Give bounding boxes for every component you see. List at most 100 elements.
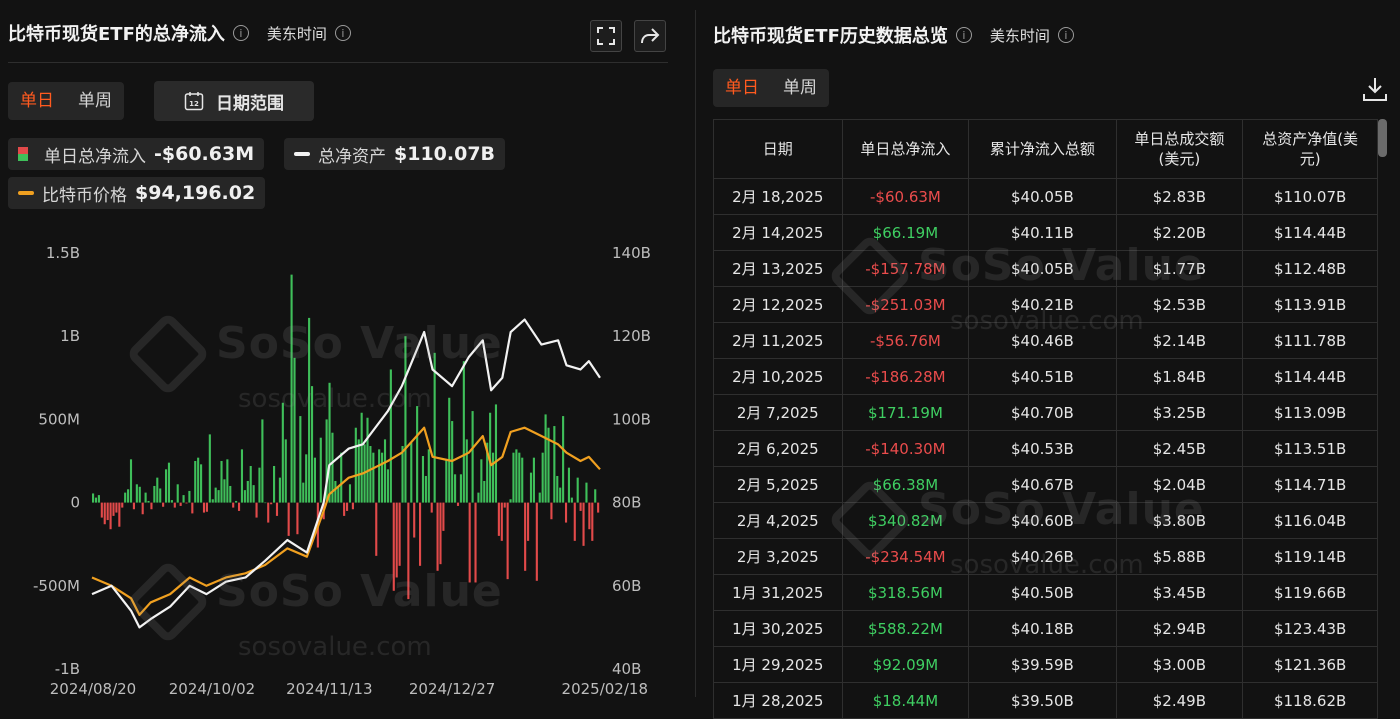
flow-bar[interactable] (147, 500, 150, 503)
flow-bar[interactable] (185, 502, 188, 504)
flow-bar[interactable] (319, 437, 322, 503)
flow-bar[interactable] (541, 452, 544, 503)
flow-bar[interactable] (497, 502, 500, 536)
flow-bar[interactable] (436, 502, 439, 571)
flow-bar[interactable] (573, 502, 576, 541)
flow-bar[interactable] (427, 449, 430, 503)
flow-bar[interactable] (132, 502, 135, 510)
flow-bar[interactable] (343, 502, 346, 516)
flow-bar[interactable] (267, 502, 270, 523)
flow-bar[interactable] (378, 449, 381, 503)
flow-bar[interactable] (124, 492, 127, 503)
flow-bar[interactable] (553, 426, 556, 503)
flow-bar[interactable] (424, 475, 427, 503)
flow-bar[interactable] (156, 477, 159, 503)
flow-bar[interactable] (515, 449, 518, 503)
flow-bar[interactable] (471, 411, 474, 503)
history-tab-daily[interactable]: 单日 (713, 69, 771, 107)
flow-bar[interactable] (313, 457, 317, 503)
flow-bar[interactable] (92, 493, 95, 503)
flow-bar[interactable] (582, 502, 585, 546)
flow-bar[interactable] (217, 490, 220, 503)
flow-bar[interactable] (258, 467, 261, 503)
flow-bar[interactable] (127, 489, 130, 503)
flow-bar[interactable] (299, 416, 302, 503)
flow-bar[interactable] (296, 502, 299, 535)
flow-bar[interactable] (594, 489, 597, 503)
flow-bar[interactable] (392, 502, 395, 591)
flow-bar[interactable] (579, 502, 582, 511)
flow-bar[interactable] (310, 386, 314, 503)
flow-bar[interactable] (477, 492, 480, 503)
history-tab-weekly[interactable]: 单周 (771, 69, 829, 107)
download-icon[interactable] (1360, 74, 1390, 104)
column-header[interactable]: 单日总成交额 (美元) (1115, 119, 1244, 179)
flow-bar[interactable] (202, 502, 206, 513)
flow-bar[interactable] (167, 462, 171, 503)
flow-bar[interactable] (211, 499, 214, 503)
flow-bar[interactable] (179, 502, 182, 506)
flow-bar[interactable] (173, 502, 176, 508)
flow-bar[interactable] (597, 502, 600, 513)
flow-bar[interactable] (445, 459, 448, 503)
flow-bar[interactable] (264, 502, 267, 504)
flow-bar[interactable] (389, 369, 392, 503)
flow-bar[interactable] (439, 502, 442, 565)
flow-bar[interactable] (205, 502, 208, 512)
flow-bar[interactable] (334, 480, 337, 503)
flow-bar[interactable] (121, 502, 124, 508)
flow-bar[interactable] (494, 404, 498, 503)
flow-bar[interactable] (421, 456, 425, 503)
flow-bar[interactable] (407, 502, 410, 600)
flow-bar[interactable] (559, 487, 562, 503)
flow-bar[interactable] (226, 459, 229, 503)
flow-bar[interactable] (346, 502, 349, 511)
flow-bar[interactable] (255, 502, 258, 518)
flow-bar[interactable] (562, 416, 565, 503)
flow-bar[interactable] (430, 502, 433, 513)
flow-bar[interactable] (381, 452, 384, 503)
flow-bar[interactable] (194, 461, 197, 503)
flow-bar[interactable] (284, 439, 287, 503)
flow-bar[interactable] (524, 502, 527, 571)
flow-bar[interactable] (591, 502, 594, 541)
flow-bar[interactable] (243, 490, 246, 503)
flow-bar[interactable] (474, 502, 477, 583)
flow-bar[interactable] (372, 452, 375, 503)
flow-bar[interactable] (348, 484, 352, 503)
flow-bar[interactable] (252, 485, 255, 503)
flow-bar[interactable] (433, 352, 436, 503)
flow-bar[interactable] (200, 464, 203, 503)
flow-bar[interactable] (535, 502, 538, 581)
flow-bar[interactable] (328, 382, 331, 503)
flow-bar[interactable] (129, 459, 133, 503)
column-header[interactable]: 日期 (713, 119, 843, 179)
flow-bar[interactable] (354, 427, 357, 503)
column-header[interactable]: 累计净流入总额 (968, 119, 1117, 179)
flow-bar[interactable] (480, 459, 483, 503)
flow-bar[interactable] (518, 452, 521, 503)
flow-bar[interactable] (144, 492, 147, 503)
flow-bar[interactable] (290, 274, 293, 503)
flow-bar[interactable] (115, 502, 118, 513)
flow-bar[interactable] (366, 417, 369, 503)
flow-bar[interactable] (418, 502, 422, 566)
flow-bar[interactable] (538, 492, 541, 503)
history-info-icon[interactable]: i (955, 27, 972, 43)
flow-bar[interactable] (237, 502, 241, 511)
flow-bar[interactable] (164, 469, 168, 503)
flow-bar[interactable] (281, 402, 284, 503)
flow-bar[interactable] (182, 495, 185, 503)
flow-bar[interactable] (97, 495, 100, 503)
flow-bar[interactable] (100, 502, 103, 518)
flow-bar[interactable] (208, 434, 211, 503)
flow-bar[interactable] (229, 485, 232, 503)
flow-bar[interactable] (506, 502, 509, 580)
flow-bar[interactable] (398, 502, 401, 566)
flow-bar[interactable] (462, 361, 465, 503)
flow-bar[interactable] (383, 439, 387, 503)
flow-bar[interactable] (340, 452, 343, 503)
flow-bar[interactable] (556, 475, 559, 503)
flow-bar[interactable] (529, 472, 533, 503)
flow-bar[interactable] (246, 480, 249, 503)
